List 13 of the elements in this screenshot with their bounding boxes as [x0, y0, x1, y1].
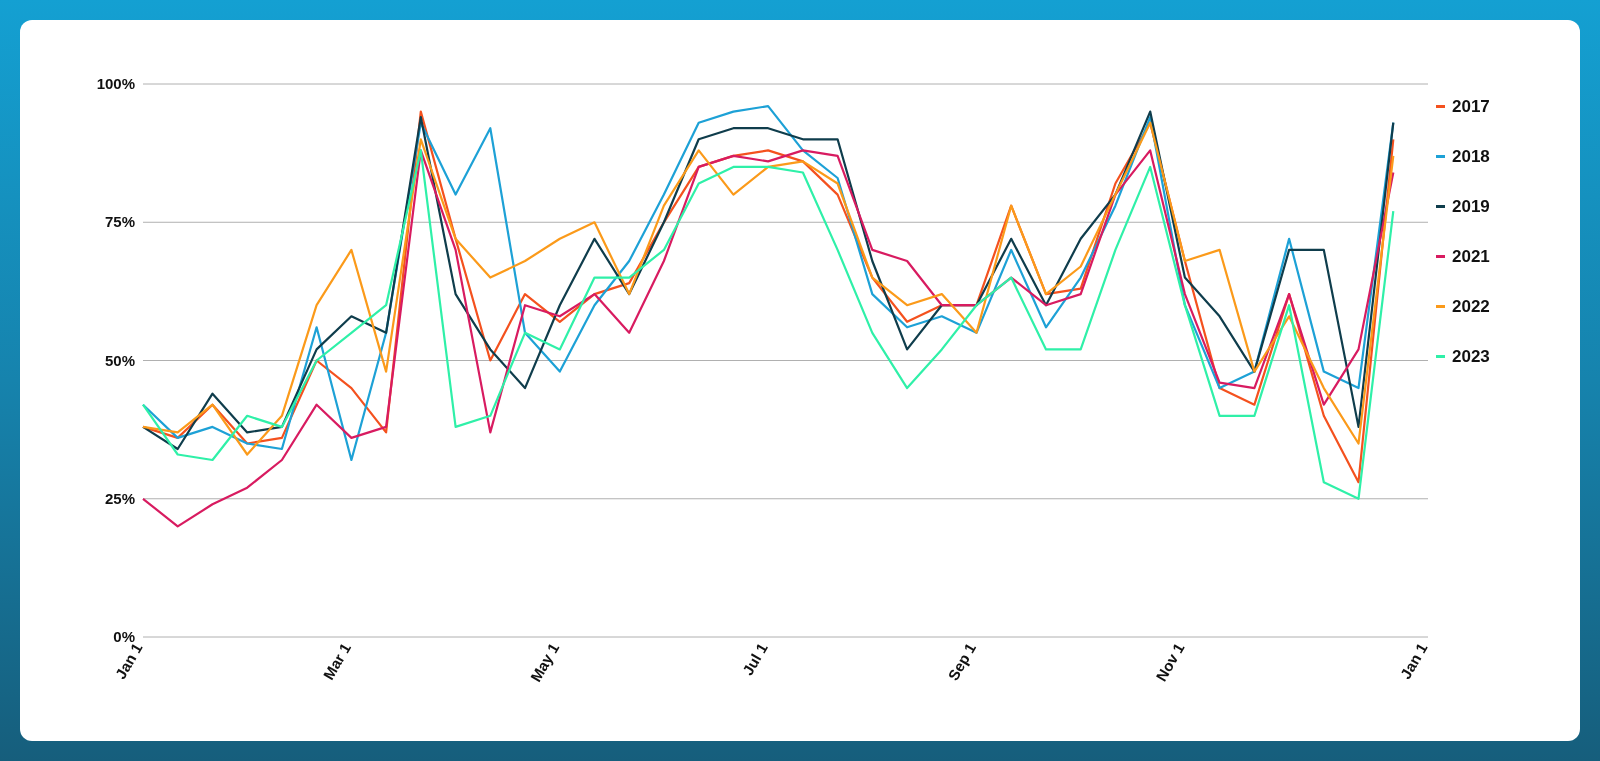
- legend-label: 2021: [1452, 246, 1490, 267]
- y-axis-label: 100%: [96, 75, 135, 92]
- legend-label: 2019: [1452, 196, 1490, 217]
- y-axis-label: 50%: [104, 351, 135, 369]
- legend-label: 2023: [1452, 346, 1490, 367]
- y-axis-label: 75%: [104, 213, 135, 231]
- legend-label: 2018: [1452, 146, 1490, 167]
- legend-label: 2022: [1452, 296, 1490, 317]
- x-axis-label: Jul 1: [738, 640, 771, 679]
- y-axis-label: 0%: [113, 628, 135, 645]
- x-axis-label: Jan 1: [1396, 640, 1430, 682]
- y-axis-label: 25%: [104, 489, 135, 507]
- legend-label: 2017: [1452, 96, 1490, 117]
